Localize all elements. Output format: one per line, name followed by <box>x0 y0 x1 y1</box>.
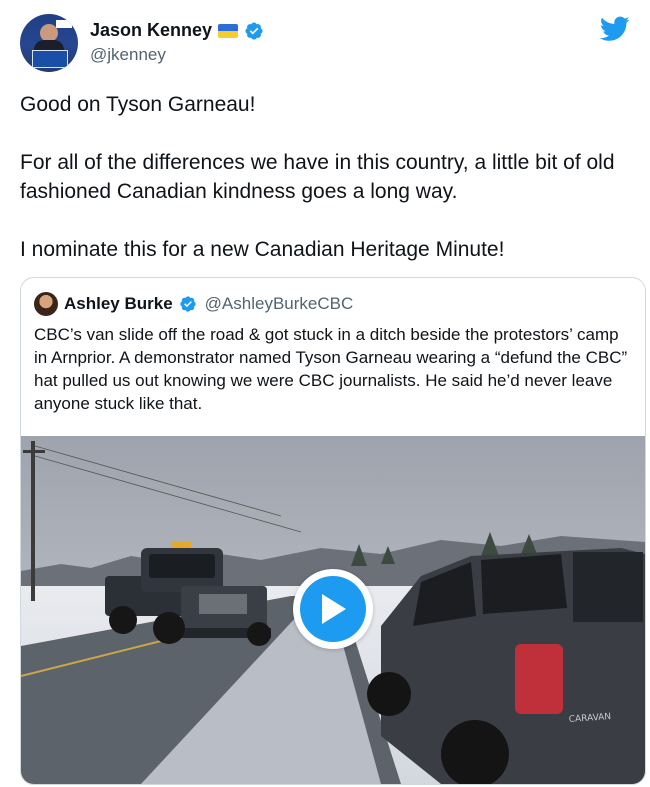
tweet-paragraph: Good on Tyson Garneau! <box>20 93 256 116</box>
quoted-tweet-header: Ashley Burke @AshleyBurkeCBC <box>34 292 353 316</box>
author-name[interactable]: Jason Kenney <box>90 20 212 41</box>
ukraine-flag-icon <box>218 23 239 38</box>
quoted-tweet-card[interactable]: Ashley Burke @AshleyBurkeCBC CBC’s van s… <box>20 277 646 785</box>
author-handle[interactable]: @jkenney <box>90 45 166 65</box>
play-icon <box>322 594 346 624</box>
quoted-author-handle[interactable]: @AshleyBurkeCBC <box>205 294 354 314</box>
play-button[interactable] <box>293 569 373 649</box>
author-name-row: Jason Kenney <box>90 20 264 41</box>
tweet-header: Jason Kenney @jkenney <box>20 14 632 74</box>
tweet-paragraph: I nominate this for a new Canadian Herit… <box>20 238 505 261</box>
author-avatar[interactable] <box>20 14 78 72</box>
quoted-tweet-text: CBC’s van slide off the road & got stuck… <box>34 323 630 415</box>
twitter-bird-icon[interactable] <box>600 16 630 42</box>
tweet-text: Good on Tyson Garneau! For all of the di… <box>20 90 640 264</box>
verified-badge-icon <box>179 296 196 312</box>
video-thumbnail[interactable]: CARAVAN <box>21 436 645 784</box>
quoted-author-name[interactable]: Ashley Burke <box>64 294 173 314</box>
verified-badge-icon <box>245 21 263 40</box>
quoted-author-avatar[interactable] <box>34 292 58 316</box>
quoted-tweet-body: CBC’s van slide off the road & got stuck… <box>34 325 628 413</box>
tweet-paragraph: For all of the differences we have in th… <box>20 151 615 203</box>
